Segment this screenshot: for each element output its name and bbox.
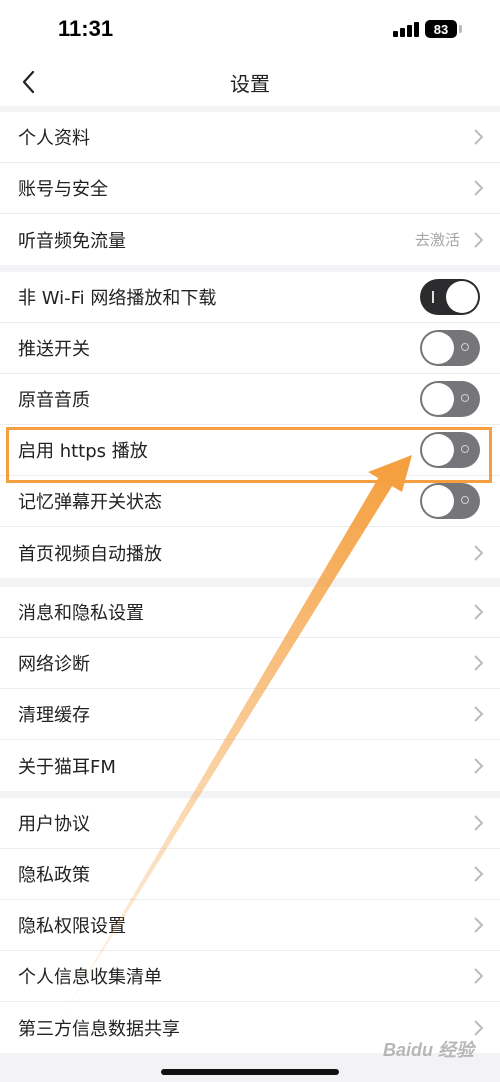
chevron-right-icon bbox=[474, 706, 484, 722]
row-free-data[interactable]: 听音频免流量 去激活 bbox=[0, 214, 500, 265]
row-label: 启用 https 播放 bbox=[18, 441, 148, 462]
watermark: Baidu 经验 bbox=[383, 1040, 475, 1060]
row-label: 清理缓存 bbox=[18, 705, 90, 726]
row-network-diagnosis[interactable]: 网络诊断 bbox=[0, 638, 500, 689]
row-label: 个人信息收集清单 bbox=[18, 967, 162, 988]
row-user-agreement[interactable]: 用户协议 bbox=[0, 798, 500, 849]
row-privacy-policy[interactable]: 隐私政策 bbox=[0, 849, 500, 900]
row-label: 隐私权限设置 bbox=[18, 916, 126, 937]
settings-group-system: 消息和隐私设置 网络诊断 清理缓存 关于猫耳FM bbox=[0, 587, 500, 791]
row-label: 听音频免流量 bbox=[18, 230, 126, 252]
row-label: 消息和隐私设置 bbox=[18, 603, 144, 624]
row-label: 非 Wi-Fi 网络播放和下载 bbox=[18, 288, 217, 309]
https-toggle[interactable] bbox=[420, 432, 480, 468]
chevron-right-icon bbox=[474, 757, 484, 774]
row-info-collection[interactable]: 个人信息收集清单 bbox=[0, 951, 500, 1002]
chevron-right-icon bbox=[474, 866, 484, 882]
push-toggle[interactable] bbox=[420, 330, 480, 366]
row-non-wifi-playback: 非 Wi-Fi 网络播放和下载 bbox=[0, 272, 500, 323]
settings-group-playback: 非 Wi-Fi 网络播放和下载 推送开关 原音音质 启用 https 播放 记忆… bbox=[0, 272, 500, 578]
chevron-right-icon bbox=[474, 968, 484, 984]
status-bar: 11:31 83 bbox=[0, 0, 500, 58]
row-account-security[interactable]: 账号与安全 bbox=[0, 163, 500, 214]
row-label: 记忆弹幕开关状态 bbox=[18, 492, 162, 513]
toggle-knob bbox=[422, 383, 454, 415]
row-message-privacy[interactable]: 消息和隐私设置 bbox=[0, 587, 500, 638]
chevron-right-icon bbox=[474, 917, 484, 933]
home-indicator bbox=[161, 1069, 339, 1075]
toggle-knob bbox=[422, 485, 454, 517]
non-wifi-toggle[interactable] bbox=[420, 279, 480, 315]
row-value: 去激活 bbox=[414, 231, 460, 249]
row-original-quality: 原音音质 bbox=[0, 374, 500, 425]
row-danmaku-memory: 记忆弹幕开关状态 bbox=[0, 476, 500, 527]
row-label: 账号与安全 bbox=[18, 179, 108, 200]
signal-icon bbox=[393, 19, 421, 37]
row-label: 原音音质 bbox=[18, 390, 90, 411]
row-label: 隐私政策 bbox=[18, 865, 90, 886]
row-about[interactable]: 关于猫耳FM bbox=[0, 740, 500, 791]
row-video-autoplay[interactable]: 首页视频自动播放 bbox=[0, 527, 500, 578]
chevron-right-icon bbox=[474, 1019, 484, 1036]
row-label: 关于猫耳FM bbox=[18, 756, 116, 778]
row-label: 网络诊断 bbox=[18, 654, 90, 675]
row-label: 个人资料 bbox=[18, 128, 90, 149]
toggle-on-mark bbox=[432, 291, 434, 303]
row-label: 推送开关 bbox=[18, 339, 90, 360]
chevron-right-icon bbox=[474, 231, 484, 248]
row-label: 第三方信息数据共享 bbox=[18, 1018, 180, 1040]
toggle-knob bbox=[422, 434, 454, 466]
toggle-knob bbox=[422, 332, 454, 364]
row-profile[interactable]: 个人资料 bbox=[0, 112, 500, 163]
toggle-knob bbox=[446, 281, 478, 313]
battery-tip bbox=[459, 25, 462, 33]
row-privacy-permissions[interactable]: 隐私权限设置 bbox=[0, 900, 500, 951]
original-quality-toggle[interactable] bbox=[420, 381, 480, 417]
toggle-off-mark bbox=[461, 496, 469, 504]
nav-bar: 设置 bbox=[0, 58, 500, 106]
row-label: 首页视频自动播放 bbox=[18, 543, 162, 565]
toggle-off-mark bbox=[461, 343, 469, 351]
toggle-off-mark bbox=[461, 394, 469, 402]
danmaku-toggle[interactable] bbox=[420, 483, 480, 519]
battery-icon: 83 bbox=[425, 20, 457, 38]
row-https-playback: 启用 https 播放 bbox=[0, 425, 500, 476]
toggle-off-mark bbox=[461, 445, 469, 453]
row-push: 推送开关 bbox=[0, 323, 500, 374]
chevron-right-icon bbox=[474, 655, 484, 671]
chevron-right-icon bbox=[474, 180, 484, 196]
chevron-right-icon bbox=[474, 544, 484, 561]
chevron-right-icon bbox=[474, 604, 484, 620]
chevron-right-icon bbox=[474, 129, 484, 145]
status-time: 11:31 bbox=[58, 16, 114, 41]
settings-group-account: 个人资料 账号与安全 听音频免流量 去激活 bbox=[0, 112, 500, 265]
chevron-right-icon bbox=[474, 815, 484, 831]
settings-group-legal: 用户协议 隐私政策 隐私权限设置 个人信息收集清单 第三方信息数据共享 bbox=[0, 798, 500, 1053]
row-clear-cache[interactable]: 清理缓存 bbox=[0, 689, 500, 740]
page-title: 设置 bbox=[230, 72, 270, 96]
row-label: 用户协议 bbox=[18, 814, 90, 835]
